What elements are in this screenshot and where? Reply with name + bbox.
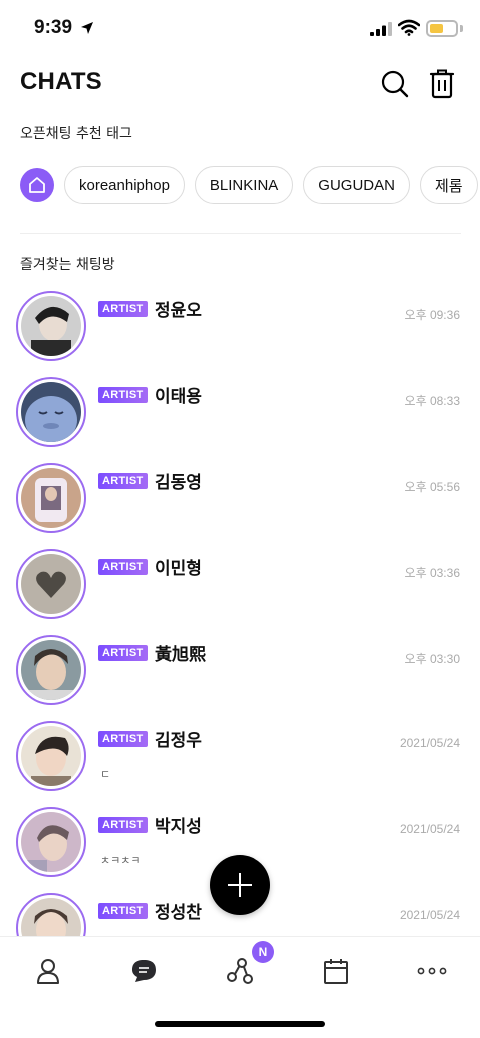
chat-name: 김정우: [155, 731, 202, 751]
nav-calendar[interactable]: [316, 953, 356, 989]
avatar-ring: [16, 377, 86, 447]
avatar-ring: [16, 721, 86, 791]
search-icon: [381, 70, 409, 98]
nav-profile[interactable]: [28, 953, 68, 989]
chat-time: 오후 09:36: [404, 308, 460, 322]
new-chat-button[interactable]: [210, 855, 270, 915]
avatar-ring: [16, 635, 86, 705]
artist-badge: ARTIST: [98, 903, 148, 919]
share-network-icon: [227, 958, 253, 984]
person-icon: [37, 959, 59, 984]
avatar: [21, 898, 81, 936]
chat-row[interactable]: ARTIST 김정우 2021/05/24 ㄷ: [0, 718, 480, 804]
status-bar: 9:39: [0, 0, 480, 58]
chat-bubble-icon: [132, 960, 156, 982]
chat-name: 김동영: [155, 473, 202, 493]
status-time: 9:39: [34, 17, 73, 38]
chat-name: 黃旭熙: [155, 645, 206, 665]
home-icon: [29, 177, 45, 193]
avatar-ring: [16, 291, 86, 361]
avatar: [21, 382, 81, 442]
avatar: [21, 726, 81, 786]
trash-icon: [429, 69, 455, 99]
chat-name: 박지성: [155, 817, 202, 837]
page-title: CHATS: [20, 68, 102, 95]
artist-badge: ARTIST: [98, 387, 148, 403]
tags-section-label: 오픈채팅 추천 태그: [20, 126, 132, 142]
avatar: [21, 296, 81, 356]
chat-row[interactable]: ARTIST 정윤오 오후 09:36: [0, 288, 480, 374]
chat-row[interactable]: ARTIST 김동영 오후 05:56: [0, 460, 480, 546]
artist-badge: ARTIST: [98, 645, 148, 661]
more-icon: [417, 967, 447, 975]
avatar: [21, 468, 81, 528]
chat-name: 정윤오: [155, 301, 202, 321]
chat-row[interactable]: ARTIST 이태용 오후 08:33: [0, 374, 480, 460]
nav-chats[interactable]: [124, 953, 164, 989]
tag-chip[interactable]: koreanhiphop: [64, 166, 185, 204]
tag-home-button[interactable]: [20, 168, 54, 202]
artist-badge: ARTIST: [98, 301, 148, 317]
chat-time: 오후 03:30: [404, 652, 460, 666]
artist-badge: ARTIST: [98, 817, 148, 833]
tag-list: koreanhiphop BLINKINA GUGUDAN 제롬: [20, 166, 480, 204]
chat-row[interactable]: ARTIST 黃旭熙 오후 03:30: [0, 632, 480, 718]
location-arrow-icon: [81, 22, 93, 34]
chat-row[interactable]: ARTIST 이민형 오후 03:36: [0, 546, 480, 632]
chat-time: 2021/05/24: [399, 908, 460, 922]
battery-nub: [460, 25, 463, 32]
plus-icon: [228, 873, 252, 897]
calendar-icon: [324, 959, 348, 984]
chat-time: 오후 05:56: [404, 480, 460, 494]
chat-preview: ㄷ: [100, 768, 111, 781]
divider: [20, 233, 461, 234]
tag-chip[interactable]: BLINKINA: [194, 166, 294, 204]
artist-badge: ARTIST: [98, 473, 148, 489]
nav-more[interactable]: [412, 953, 452, 989]
home-indicator: [155, 1021, 325, 1027]
chat-preview: ㅊㅋㅊㅋ: [100, 854, 141, 867]
avatar: [21, 640, 81, 700]
chat-time: 오후 08:33: [404, 394, 460, 408]
chat-list: ARTIST 정윤오 오후 09:36 ARTIST 이태용 오후 08:33 …: [0, 286, 480, 936]
chat-name: 이태용: [155, 387, 202, 407]
favorites-section-label: 즐겨찾는 채팅방: [20, 257, 115, 273]
chat-time: 2021/05/24: [399, 736, 460, 750]
signal-icon: [370, 22, 392, 36]
tag-chip[interactable]: 제롬: [419, 166, 478, 204]
search-button[interactable]: [380, 68, 410, 100]
wifi-icon: [398, 19, 420, 36]
avatar: [21, 812, 81, 872]
chat-time: 2021/05/24: [399, 822, 460, 836]
battery-icon: [426, 20, 458, 37]
tag-chip[interactable]: GUGUDAN: [303, 166, 410, 204]
avatar-ring: [16, 807, 86, 877]
avatar-ring: [16, 893, 86, 936]
delete-button[interactable]: [427, 68, 457, 100]
artist-badge: ARTIST: [98, 731, 148, 747]
chat-name: 정성찬: [155, 903, 202, 923]
avatar-ring: [16, 463, 86, 533]
avatar-ring: [16, 549, 86, 619]
chat-time: 오후 03:36: [404, 566, 460, 580]
artist-badge: ARTIST: [98, 559, 148, 575]
notification-badge: N: [252, 941, 274, 963]
chat-name: 이민형: [155, 559, 202, 579]
avatar: [21, 554, 81, 614]
